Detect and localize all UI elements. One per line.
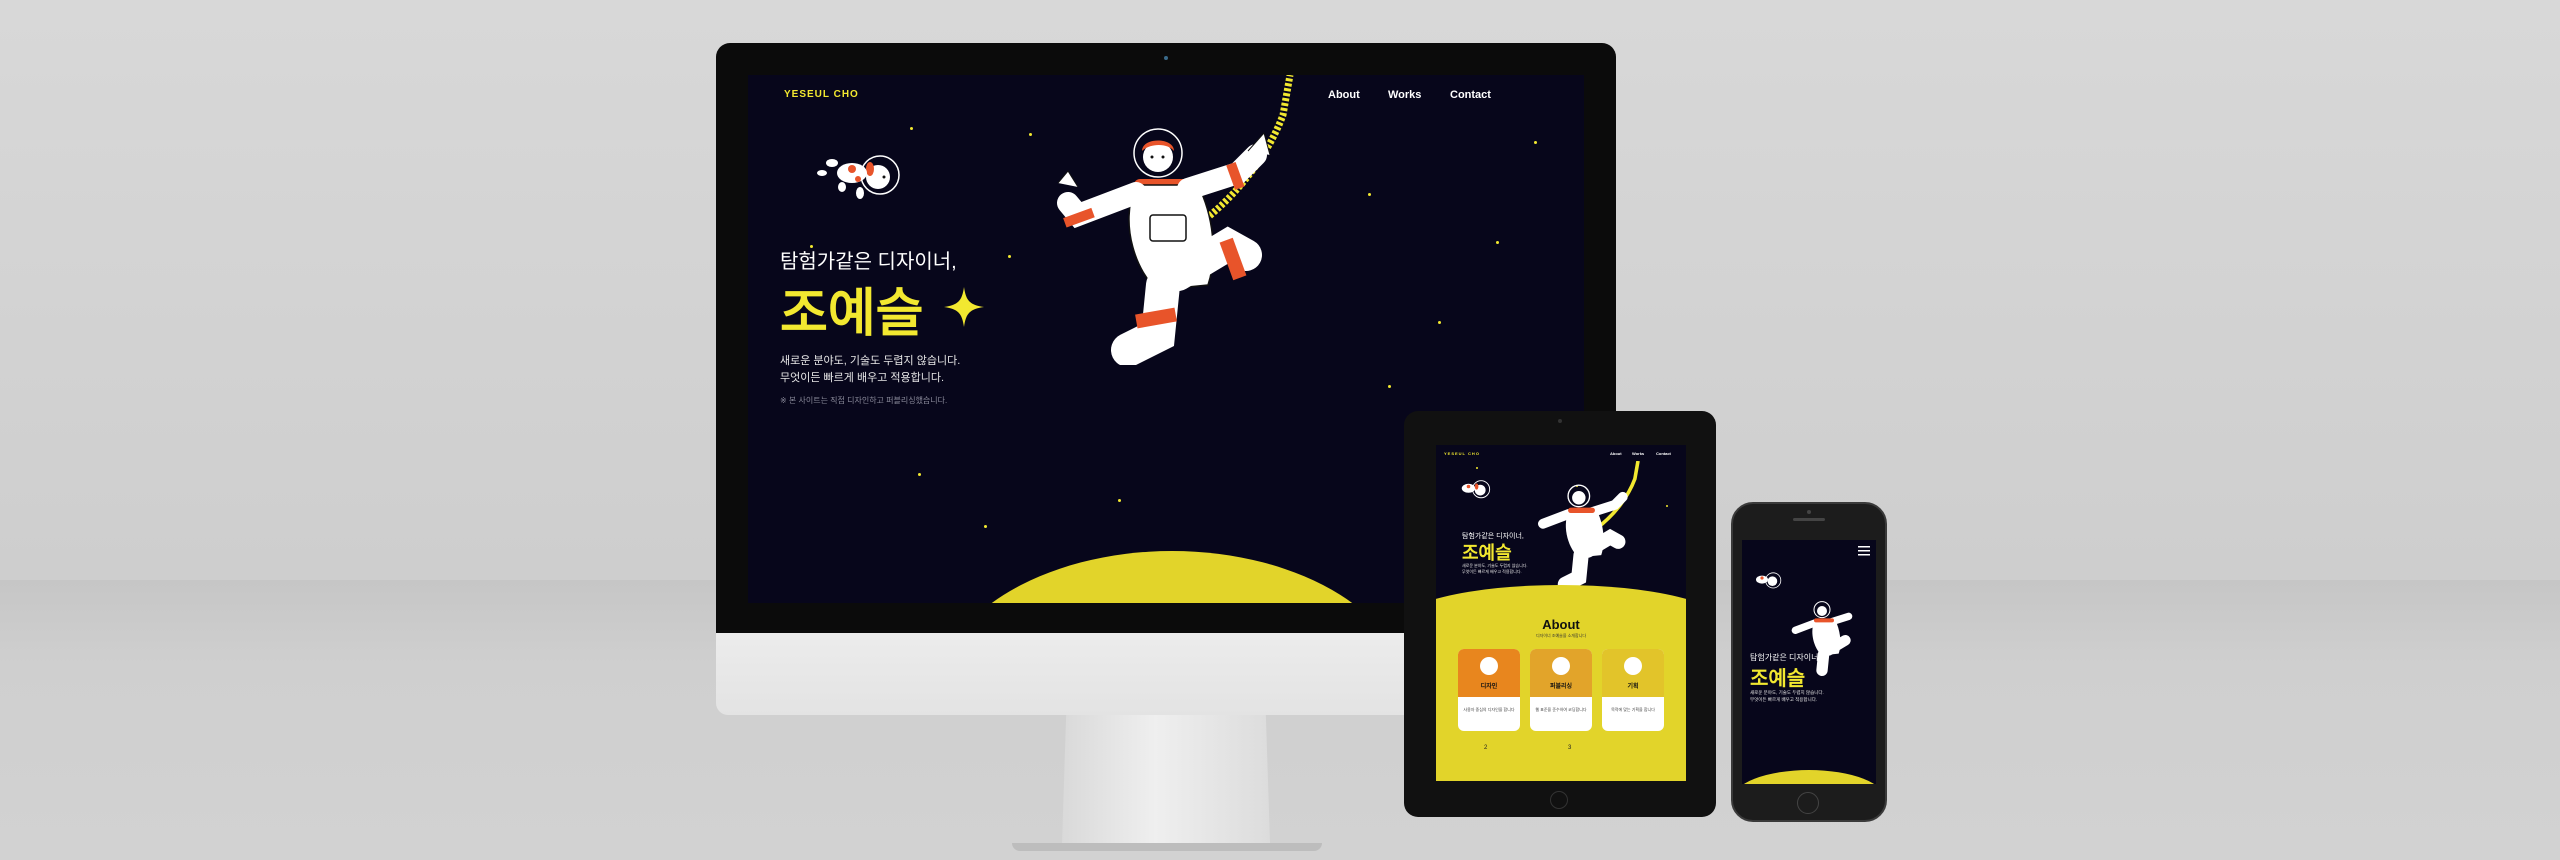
camera-icon bbox=[1164, 56, 1168, 60]
sparkle-icon bbox=[944, 287, 984, 327]
yellow-planet bbox=[934, 551, 1410, 603]
hero-body-line1: 새로운 분야도, 기술도 두렵지 않습니다. bbox=[780, 355, 961, 367]
astronaut-illustration bbox=[1057, 75, 1294, 365]
about-card-planning[interactable]: 기획 목적에 맞는 기획을 합니다 bbox=[1602, 649, 1664, 731]
space-dog-illustration bbox=[817, 155, 900, 199]
hero-note: ※ 본 사이트는 직접 디자인하고 퍼블리싱했습니다. bbox=[780, 396, 948, 405]
hamburger-menu-icon[interactable] bbox=[1858, 546, 1870, 556]
about-card-publishing[interactable]: 퍼블리싱 웹 표준을 준수하여 코딩합니다 bbox=[1530, 649, 1592, 731]
star-icon bbox=[1118, 499, 1121, 502]
hero-body-line1: 새로운 분야도, 기술도 두렵지 않습니다. bbox=[1750, 690, 1824, 695]
iphone-mockup: 탐험가같은 디자이너, 조예슬 새로운 분야도, 기술도 두렵지 않습니다. 무… bbox=[1731, 502, 1887, 822]
hero-name: 조예슬 bbox=[780, 285, 924, 343]
space-dog-illustration bbox=[1461, 480, 1491, 499]
nav-works[interactable]: Works bbox=[1632, 451, 1644, 456]
star-icon bbox=[1496, 241, 1499, 244]
home-button[interactable] bbox=[1550, 791, 1568, 809]
hero-body: 새로운 분야도, 기술도 두렵지 않습니다. 무엇이든 빠르게 배우고 적용합니… bbox=[1462, 563, 1528, 575]
glasses-icon bbox=[1624, 657, 1642, 675]
star-icon bbox=[918, 473, 921, 476]
star-icon bbox=[984, 525, 987, 528]
nav-contact[interactable]: Contact bbox=[1656, 451, 1671, 456]
nav-contact[interactable]: Contact bbox=[1450, 89, 1491, 101]
imac-foot bbox=[1012, 843, 1322, 851]
site-logo[interactable]: YESEUL CHO bbox=[1444, 451, 1480, 456]
speaker-grill bbox=[1793, 518, 1825, 521]
home-button[interactable] bbox=[1797, 792, 1819, 814]
hero-body-line2: 무엇이든 빠르게 배우고 적용합니다. bbox=[1750, 696, 1818, 702]
about-subtitle: 디자이너 조예슬을 소개합니다 bbox=[1535, 633, 1587, 638]
about-title: About bbox=[1542, 617, 1580, 632]
ipad-mockup: YESEUL CHO About Works Contact 탐험가같은 디자이… bbox=[1404, 411, 1716, 817]
camera-icon bbox=[1558, 419, 1562, 423]
hero-body: 새로운 분야도, 기술도 두렵지 않습니다. 무엇이든 빠르게 배우고 적용합니… bbox=[780, 353, 960, 387]
star-icon bbox=[1388, 385, 1391, 388]
star-icon bbox=[1008, 255, 1011, 258]
about-card-design[interactable]: 디자인 사용자 중심의 디자인을 합니다 bbox=[1458, 649, 1520, 731]
pen-icon bbox=[1552, 657, 1570, 675]
lightbulb-icon bbox=[1480, 657, 1498, 675]
camera-icon bbox=[1807, 510, 1811, 514]
imac-stand bbox=[1062, 715, 1270, 843]
card-title: 기획 bbox=[1627, 684, 1639, 690]
about-section: About 디자이너 조예슬을 소개합니다 디자인 사용자 중심의 디자인을 합… bbox=[1436, 585, 1686, 781]
star-icon bbox=[1368, 193, 1371, 196]
card-text: 목적에 맞는 기획을 합니다 bbox=[1611, 707, 1655, 712]
card-title: 퍼블리싱 bbox=[1549, 684, 1573, 690]
card-text: 웹 표준을 준수하여 코딩합니다 bbox=[1535, 707, 1587, 712]
card-text: 사용자 중심의 디자인을 합니다 bbox=[1463, 707, 1515, 712]
star-icon bbox=[1438, 321, 1441, 324]
card-title: 디자인 bbox=[1480, 684, 1498, 690]
hero-name: 조예슬 bbox=[1462, 543, 1512, 563]
hero-body-line2: 무엇이든 빠르게 배우고 적용합니다. bbox=[780, 372, 945, 385]
star-icon bbox=[1534, 141, 1537, 144]
site-logo[interactable]: YESEUL CHO bbox=[784, 89, 859, 100]
hero-subtitle: 탐험가같은 디자이너, bbox=[780, 251, 957, 273]
star-icon bbox=[1029, 133, 1032, 136]
hero-body: 새로운 분야도, 기술도 두렵지 않습니다. 무엇이든 빠르게 배우고 적용합니… bbox=[1750, 690, 1824, 704]
stat-value: 2 bbox=[1484, 745, 1488, 751]
space-dog-illustration bbox=[1756, 572, 1782, 589]
star-icon bbox=[910, 127, 913, 130]
hero-body-line2: 무엇이든 빠르게 배우고 적용합니다. bbox=[1462, 569, 1522, 575]
star-icon bbox=[1476, 467, 1478, 469]
mobile-screen: 탐험가같은 디자이너, 조예슬 새로운 분야도, 기술도 두렵지 않습니다. 무… bbox=[1742, 540, 1876, 784]
nav-works[interactable]: Works bbox=[1388, 89, 1421, 101]
tablet-screen: YESEUL CHO About Works Contact 탐험가같은 디자이… bbox=[1436, 445, 1686, 781]
astronaut-illustration bbox=[1538, 461, 1640, 591]
nav-about[interactable]: About bbox=[1610, 451, 1622, 456]
yellow-planet bbox=[1742, 770, 1876, 784]
stat-value: 3 bbox=[1568, 745, 1572, 751]
hero-name: 조예슬 bbox=[1750, 668, 1806, 690]
